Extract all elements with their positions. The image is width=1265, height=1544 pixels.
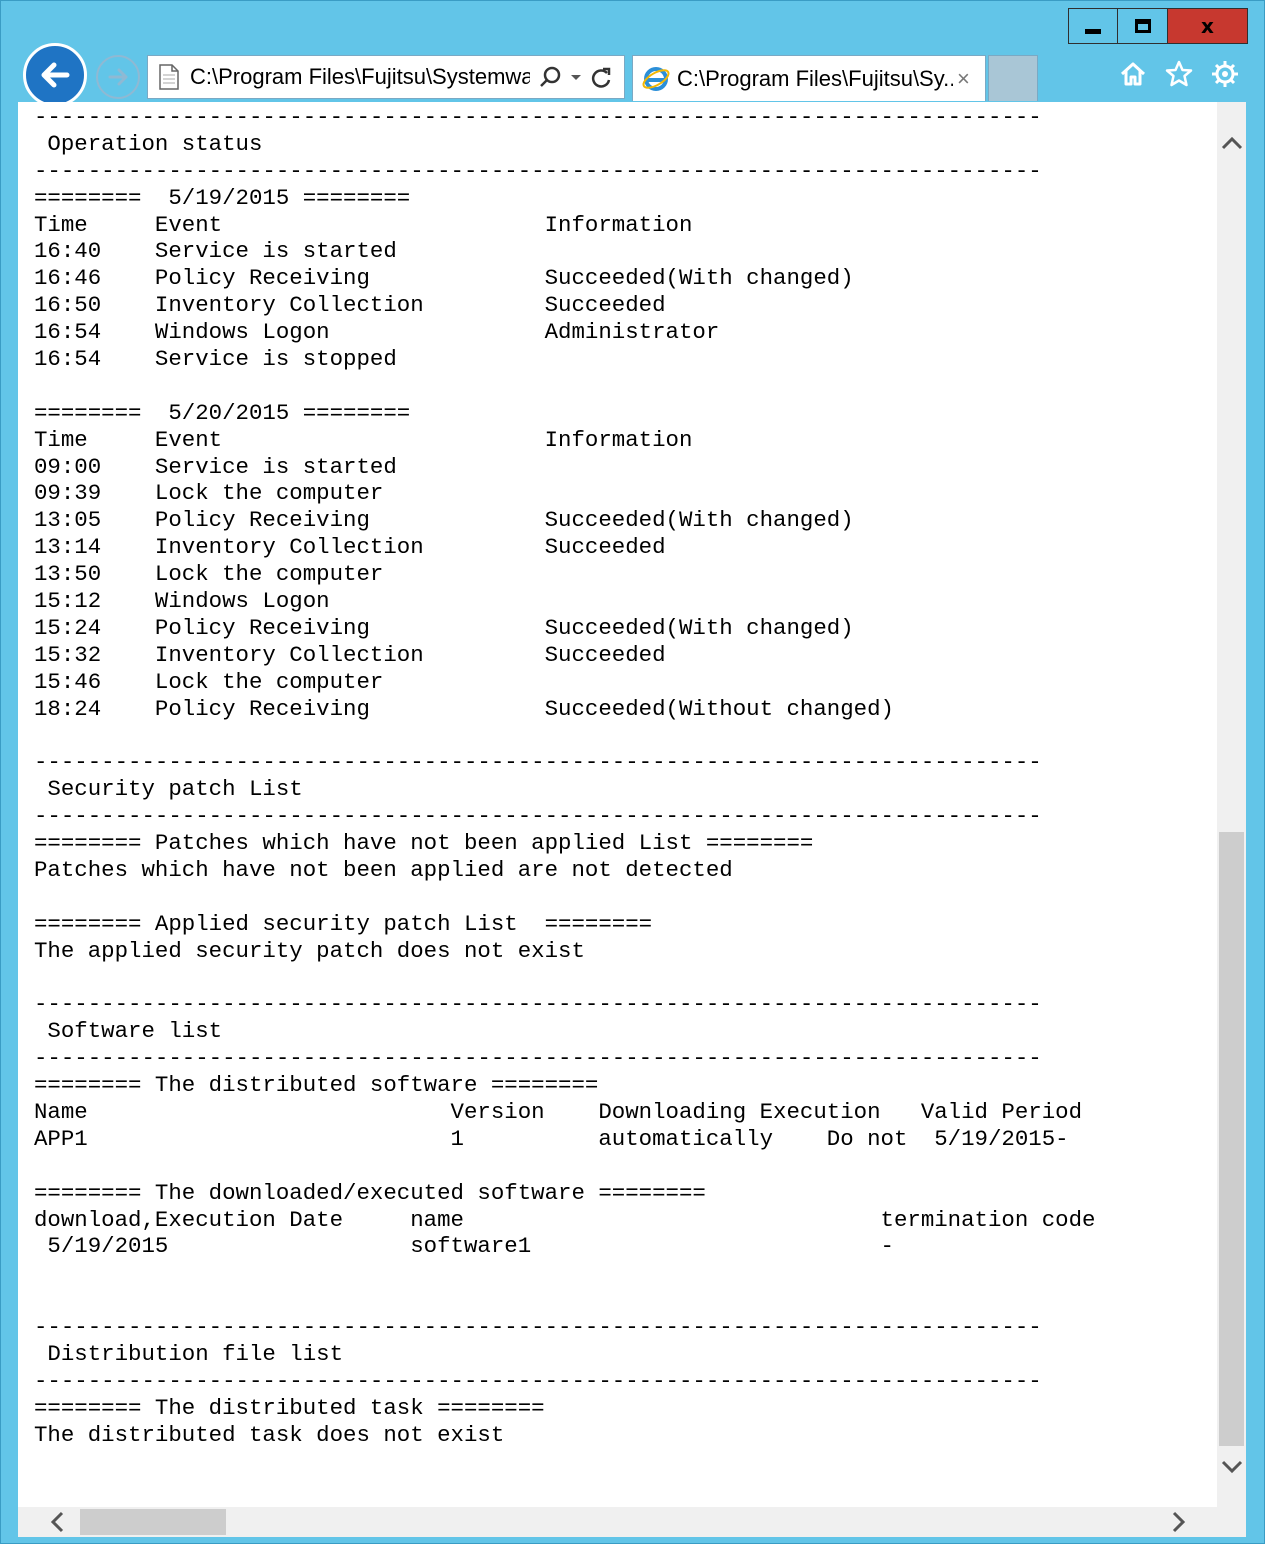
tab-active[interactable]: C:\Program Files\Fujitsu\Sy... ×: [632, 55, 986, 101]
report-line: Security patch List: [34, 776, 303, 803]
scroll-right-button[interactable]: [1162, 1507, 1196, 1537]
report-line: ======== Applied security patch List ===…: [34, 910, 653, 937]
report-line: 09:00 Service is started: [34, 453, 397, 480]
report-line: Time Event Information: [34, 211, 693, 238]
forward-arrow-icon: [108, 68, 128, 86]
chevron-down-icon: [1221, 1460, 1242, 1474]
tab-close-icon[interactable]: ×: [957, 66, 970, 92]
report-line: APP1 1 automatically Do not 5/19/2015-: [34, 1125, 1069, 1152]
report-line: Name Version Downloading Execution Valid…: [34, 1098, 1083, 1125]
report-line: The applied security patch does not exis…: [34, 937, 585, 964]
report-line: ======== 5/20/2015 ========: [34, 399, 411, 426]
report-line: ----------------------------------------…: [34, 1045, 1042, 1072]
chevron-up-icon: [1221, 136, 1242, 150]
search-icon[interactable]: [538, 65, 562, 89]
report-line: [34, 722, 1096, 749]
chevron-right-icon: [1172, 1511, 1186, 1533]
back-button[interactable]: [23, 43, 87, 107]
new-tab-button[interactable]: [988, 55, 1038, 101]
maximize-icon: [1134, 19, 1151, 33]
chevron-left-icon: [50, 1511, 64, 1533]
report-line: 18:24 Policy Receiving Succeeded(Without…: [34, 695, 894, 722]
report-line: [34, 1260, 1096, 1287]
home-icon[interactable]: [1118, 59, 1148, 89]
window-controls: x: [1068, 8, 1248, 44]
report-line: The distributed task does not exist: [34, 1421, 505, 1448]
report-line: 16:54 Service is stopped: [34, 346, 397, 373]
report-line: Software list: [34, 1018, 223, 1045]
star-icon[interactable]: [1164, 59, 1194, 89]
report-line: [34, 373, 1096, 400]
report-line: 15:12 Windows Logon: [34, 588, 330, 615]
forward-button[interactable]: [96, 55, 140, 99]
report-line: 16:46 Policy Receiving Succeeded(With ch…: [34, 265, 854, 292]
address-bar[interactable]: C:\Program Files\Fujitsu\Systemwa: [147, 55, 625, 99]
report-line: Distribution file list: [34, 1340, 344, 1367]
minimize-icon: [1085, 28, 1101, 34]
report-line: 15:32 Inventory Collection Succeeded: [34, 641, 666, 668]
report-line: ======== 5/19/2015 ========: [34, 184, 411, 211]
report-line: ======== The distributed software ======…: [34, 1072, 599, 1099]
address-text[interactable]: C:\Program Files\Fujitsu\Systemwa: [190, 64, 530, 90]
chevron-down-icon[interactable]: [570, 65, 582, 89]
page-icon: [158, 63, 180, 91]
horizontal-scroll-thumb[interactable]: [80, 1509, 226, 1535]
vertical-scroll-thumb[interactable]: [1219, 832, 1244, 1446]
report-line: ----------------------------------------…: [34, 749, 1042, 776]
report-text: ----------------------------------------…: [34, 104, 1096, 1449]
report-line: 16:54 Windows Logon Administrator: [34, 319, 720, 346]
report-line: 5/19/2015 software1 -: [34, 1233, 894, 1260]
report-line: ======== The downloaded/executed softwar…: [34, 1179, 706, 1206]
maximize-button[interactable]: [1118, 8, 1168, 44]
tab-title: C:\Program Files\Fujitsu\Sy...: [677, 65, 953, 91]
report-line: ======== Patches which have not been app…: [34, 830, 814, 857]
report-line: 15:24 Policy Receiving Succeeded(With ch…: [34, 614, 854, 641]
page-content: ----------------------------------------…: [18, 102, 1217, 1507]
close-icon: x: [1201, 14, 1214, 38]
report-line: ----------------------------------------…: [34, 1314, 1042, 1341]
report-line: ======== The distributed task ========: [34, 1394, 545, 1421]
report-line: ----------------------------------------…: [34, 803, 1042, 830]
report-line: ----------------------------------------…: [34, 157, 1042, 184]
back-arrow-icon: [41, 62, 70, 88]
close-button[interactable]: x: [1168, 8, 1248, 44]
report-line: Patches which have not been applied are …: [34, 856, 733, 883]
scroll-left-button[interactable]: [40, 1507, 74, 1537]
report-line: download,Execution Date name termination…: [34, 1206, 1096, 1233]
minimize-button[interactable]: [1068, 8, 1118, 44]
report-line: 13:14 Inventory Collection Succeeded: [34, 534, 666, 561]
report-line: ----------------------------------------…: [34, 991, 1042, 1018]
report-line: [34, 884, 1096, 911]
report-line: [34, 1287, 1096, 1314]
report-line: [34, 965, 1096, 992]
report-line: ----------------------------------------…: [34, 1367, 1042, 1394]
report-line: 15:46 Lock the computer: [34, 668, 384, 695]
gear-icon[interactable]: [1210, 59, 1240, 89]
report-line: Time Event Information: [34, 426, 693, 453]
scroll-up-button[interactable]: [1217, 128, 1246, 158]
report-line: 16:40 Service is started: [34, 238, 397, 265]
report-line: [34, 1153, 1096, 1180]
report-line: Operation status: [34, 130, 263, 157]
refresh-icon[interactable]: [590, 65, 612, 89]
scrollbar-corner: [1217, 1507, 1246, 1537]
scroll-down-button[interactable]: [1217, 1452, 1246, 1482]
horizontal-scrollbar[interactable]: [18, 1507, 1217, 1537]
report-line: 16:50 Inventory Collection Succeeded: [34, 292, 666, 319]
report-line: 13:50 Lock the computer: [34, 561, 384, 588]
browser-window: x C:\Program Files\Fujitsu\Systemwa C:\P…: [0, 0, 1265, 1544]
report-line: ----------------------------------------…: [34, 104, 1042, 130]
report-line: 13:05 Policy Receiving Succeeded(With ch…: [34, 507, 854, 534]
vertical-scrollbar[interactable]: [1217, 102, 1246, 1507]
report-line: 09:39 Lock the computer: [34, 480, 384, 507]
ie-icon: [642, 66, 670, 91]
